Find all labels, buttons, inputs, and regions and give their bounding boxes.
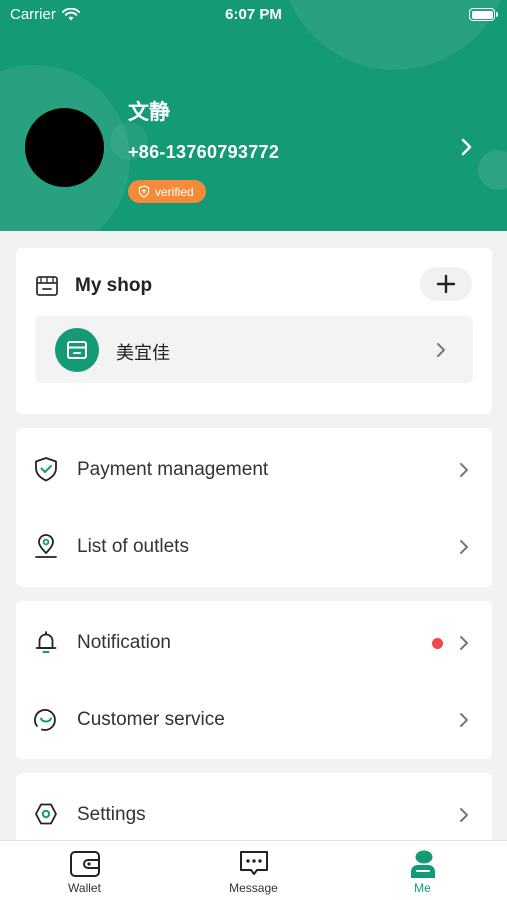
tab-label: Wallet — [68, 881, 101, 895]
menu-item-notification[interactable]: Notification — [16, 603, 492, 680]
my-shop-card: My shop 美宜佳 — [16, 248, 492, 414]
user-phone: +86-13760793772 — [128, 142, 280, 162]
verified-label: verified — [155, 184, 194, 199]
store-icon — [67, 341, 87, 359]
message-icon — [240, 851, 268, 875]
chevron-right-icon — [460, 808, 468, 822]
chevron-right-icon — [460, 540, 468, 554]
verified-badge: verified — [128, 180, 206, 203]
menu-item-customer-service[interactable]: Customer service — [16, 680, 492, 757]
plus-icon — [436, 274, 456, 294]
tab-bar: Wallet Message Me — [0, 840, 507, 900]
shop-logo — [55, 328, 99, 372]
wallet-icon — [70, 851, 100, 877]
menu-item-label: Notification — [77, 632, 171, 653]
menu-item-label: Customer service — [77, 709, 225, 730]
chevron-right-icon — [437, 343, 445, 357]
user-name: 文静 — [128, 101, 170, 124]
chevron-right-icon[interactable] — [460, 137, 474, 157]
store-icon — [36, 276, 58, 296]
tab-me[interactable]: Me — [338, 841, 507, 900]
add-shop-button[interactable] — [420, 267, 472, 301]
shield-icon — [138, 185, 150, 198]
battery-level — [471, 10, 493, 19]
shop-list-item[interactable]: 美宜佳 — [35, 316, 473, 383]
clock: 6:07 PM — [225, 6, 282, 23]
shop-name: 美宜佳 — [116, 343, 170, 363]
menu-item-label: Settings — [77, 804, 146, 825]
shield-check-icon — [35, 457, 57, 482]
tab-message[interactable]: Message — [169, 841, 338, 900]
headset-icon — [34, 709, 56, 731]
bell-icon — [35, 631, 57, 653]
tab-wallet[interactable]: Wallet — [0, 841, 169, 900]
menu-item-payment-management[interactable]: Payment management — [16, 430, 492, 507]
status-bar: Carrier 6:07 PM — [0, 0, 507, 30]
profile-header: Carrier 6:07 PM 文静 +86-13760793772 verif… — [0, 0, 507, 231]
my-shop-title: My shop — [75, 275, 153, 296]
avatar[interactable] — [25, 108, 104, 187]
tab-label: Me — [414, 881, 431, 895]
chevron-right-icon — [460, 713, 468, 727]
person-icon — [411, 850, 435, 878]
menu-item-list-of-outlets[interactable]: List of outlets — [16, 507, 492, 584]
tab-label: Message — [229, 881, 278, 895]
chevron-right-icon — [460, 463, 468, 477]
location-pin-icon — [35, 534, 57, 558]
chevron-right-icon — [460, 636, 468, 650]
unread-dot — [432, 638, 443, 649]
menu-card-payments: Payment management List of outlets — [16, 428, 492, 587]
decor-circle — [478, 150, 507, 190]
menu-item-label: List of outlets — [77, 536, 189, 557]
settings-hexagon-icon — [35, 803, 57, 825]
menu-item-label: Payment management — [77, 459, 269, 480]
menu-card-support: Notification Customer service — [16, 601, 492, 759]
battery-icon — [469, 8, 498, 21]
